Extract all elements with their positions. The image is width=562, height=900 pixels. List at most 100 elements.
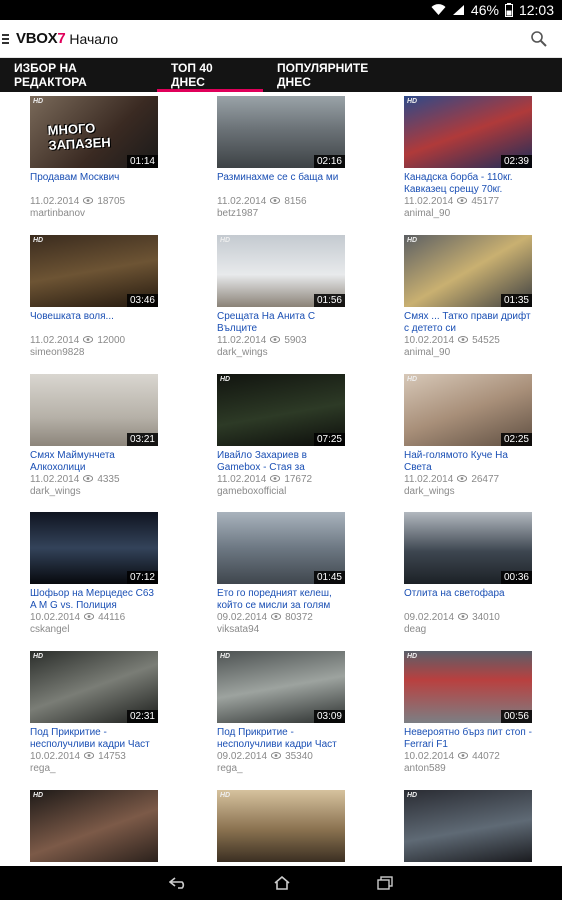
hd-badge: HD	[407, 98, 418, 105]
video-title-link[interactable]: Разминахме се с баща ми	[217, 172, 349, 184]
video-thumbnail[interactable]: 03:21	[30, 374, 158, 446]
drawer-menu-icon[interactable]	[2, 33, 14, 44]
duration-badge: 02:16	[313, 155, 345, 168]
video-card[interactable]: 00:36 Отлита на светофара 09.02.2014 34010 d…	[404, 512, 554, 636]
video-card[interactable]: HD 01:56 Срещата На Анита С Вълците 11.02.2…	[217, 235, 367, 359]
video-thumbnail[interactable]: HD 02:31	[30, 651, 158, 723]
battery-percent: 46%	[470, 2, 499, 18]
video-thumbnail[interactable]: HD 03:46	[30, 235, 158, 307]
view-count: 54525	[472, 335, 500, 346]
video-thumbnail[interactable]: 00:36	[404, 512, 532, 584]
author-name[interactable]: animal_90	[404, 208, 554, 220]
video-card[interactable]: 07:12 Шофьор на Мерцедес С63 A M G vs. По…	[30, 512, 180, 636]
video-card[interactable]: 03:21 Смях Маймунчета Алкохолици 11.02.201…	[30, 374, 180, 498]
page-title: Начало	[69, 30, 119, 47]
wifi-icon	[431, 4, 446, 16]
video-card[interactable]: HD 02:39 Канадска борба - 110кг. Кавказец …	[404, 96, 554, 220]
hd-badge: HD	[33, 653, 44, 660]
video-title-link[interactable]: Ивайло Захариев в Gamebox - Стая за	[217, 450, 349, 474]
author-name[interactable]: anton589	[404, 763, 554, 775]
video-meta: 09.02.2014 80372	[217, 612, 367, 624]
video-thumbnail[interactable]: HD	[30, 790, 158, 862]
video-card[interactable]: HD МНОГО ЗАПАЗЕН 01:14 Продавам Москвич 11.0…	[30, 96, 180, 220]
video-title-link[interactable]: Човешката воля...	[30, 311, 162, 323]
tab-popular-today[interactable]: ПОПУЛЯРНИТЕ ДНЕС	[263, 58, 407, 92]
upload-date: 11.02.2014	[30, 335, 80, 346]
video-title-link[interactable]: Под Прикритие - несполучливи кадри Част	[217, 727, 349, 751]
upload-date: 11.02.2014	[217, 196, 267, 207]
video-card[interactable]: HD 02:25 Най-голямото Куче На Света 11.02.2…	[404, 374, 554, 498]
video-thumbnail[interactable]: HD 03:09	[217, 651, 345, 723]
video-card[interactable]: HD	[30, 790, 180, 862]
author-name[interactable]: rega_	[217, 763, 367, 775]
video-title-link[interactable]: Под Прикритие - несполучливи кадри Част	[30, 727, 162, 751]
author-name[interactable]: gameboxofficial	[217, 486, 367, 498]
duration-badge: 03:46	[126, 294, 158, 307]
hd-badge: HD	[407, 237, 418, 244]
view-count: 80372	[285, 612, 313, 623]
back-icon[interactable]	[169, 877, 187, 889]
video-title-link[interactable]: Ето го поредният келеш, който се мисли з…	[217, 588, 349, 612]
video-card[interactable]: 02:16 Разминахме се с баща ми 11.02.2014 81…	[217, 96, 367, 220]
author-name[interactable]: deag	[404, 624, 554, 636]
author-name[interactable]: dark_wings	[30, 486, 180, 498]
logo[interactable]: VBOX7	[16, 30, 66, 47]
author-name[interactable]: dark_wings	[217, 347, 367, 359]
author-name[interactable]: cskangel	[30, 624, 180, 636]
duration-badge: 01:35	[500, 294, 532, 307]
author-name[interactable]: rega_	[30, 763, 180, 775]
video-title-link[interactable]: Смях Маймунчета Алкохолици	[30, 450, 162, 474]
views-eye-icon	[83, 196, 94, 208]
video-thumbnail[interactable]: HD	[217, 790, 345, 862]
author-name[interactable]: viksata94	[217, 624, 367, 636]
author-name[interactable]: betz1987	[217, 208, 367, 220]
video-thumbnail[interactable]: HD 01:56	[217, 235, 345, 307]
video-thumbnail[interactable]: HD 02:25	[404, 374, 532, 446]
video-card[interactable]: HD	[404, 790, 554, 862]
search-icon[interactable]	[530, 30, 548, 48]
video-thumbnail[interactable]: HD МНОГО ЗАПАЗЕН 01:14	[30, 96, 158, 168]
video-title-link[interactable]: Шофьор на Мерцедес С63 A M G vs. Полиция	[30, 588, 162, 612]
video-title-link[interactable]: Отлита на светофара	[404, 588, 536, 600]
author-name[interactable]: martinbanov	[30, 208, 180, 220]
tab-top-40-today[interactable]: ТОП 40 ДНЕС	[157, 58, 263, 92]
video-meta: 10.02.2014 44072	[404, 751, 554, 763]
video-thumbnail[interactable]: HD 07:25	[217, 374, 345, 446]
video-thumbnail[interactable]: HD 01:35	[404, 235, 532, 307]
video-card[interactable]: HD 03:46 Човешката воля... 11.02.2014 12000 s…	[30, 235, 180, 359]
video-card[interactable]: HD 07:25 Ивайло Захариев в Gamebox - Стая …	[217, 374, 367, 498]
view-count: 14753	[98, 751, 126, 762]
home-icon[interactable]	[273, 876, 291, 890]
hd-badge: HD	[220, 653, 231, 660]
video-card[interactable]: HD 02:31 Под Прикритие - несполучливи кадр…	[30, 651, 180, 775]
duration-badge: 01:56	[313, 294, 345, 307]
tab-editors-choice[interactable]: ИЗБОР НА РЕДАКТОРА	[0, 58, 157, 92]
duration-badge: 07:12	[126, 571, 158, 584]
author-name[interactable]: animal_90	[404, 347, 554, 359]
upload-date: 11.02.2014	[217, 335, 267, 346]
video-title-link[interactable]: Канадска борба - 110кг. Кавказец срещу 7…	[404, 172, 536, 196]
video-thumbnail[interactable]: 07:12	[30, 512, 158, 584]
video-thumbnail[interactable]: HD	[404, 790, 532, 862]
video-title-link[interactable]: Продавам Москвич	[30, 172, 162, 184]
video-thumbnail[interactable]: HD 00:56	[404, 651, 532, 723]
video-title-link[interactable]: Смях ... Татко прави дрифт с детето си	[404, 311, 536, 335]
views-eye-icon	[458, 335, 469, 347]
author-name[interactable]: dark_wings	[404, 486, 554, 498]
video-card[interactable]: HD 03:09 Под Прикритие - несполучливи кадр…	[217, 651, 367, 775]
recent-apps-icon[interactable]	[377, 876, 393, 890]
video-thumbnail[interactable]: HD 02:39	[404, 96, 532, 168]
video-card[interactable]: 01:45 Ето го поредният келеш, който се ми…	[217, 512, 367, 636]
video-title-link[interactable]: Най-голямото Куче На Света	[404, 450, 536, 474]
view-count: 12000	[97, 335, 126, 346]
video-card[interactable]: HD 01:35 Смях ... Татко прави дрифт с дете…	[404, 235, 554, 359]
video-card[interactable]: HD 00:56 Невероятно бърз пит стоп - Ferrar…	[404, 651, 554, 775]
video-title-link[interactable]: Срещата На Анита С Вълците	[217, 311, 349, 335]
video-card[interactable]: HD	[217, 790, 367, 862]
author-name[interactable]: simeon9828	[30, 347, 180, 359]
video-thumbnail[interactable]: 01:45	[217, 512, 345, 584]
duration-badge: 00:56	[500, 710, 532, 723]
video-thumbnail[interactable]: 02:16	[217, 96, 345, 168]
video-title-link[interactable]: Невероятно бърз пит стоп - Ferrari F1	[404, 727, 536, 751]
video-meta: 11.02.2014 18705	[30, 196, 180, 208]
